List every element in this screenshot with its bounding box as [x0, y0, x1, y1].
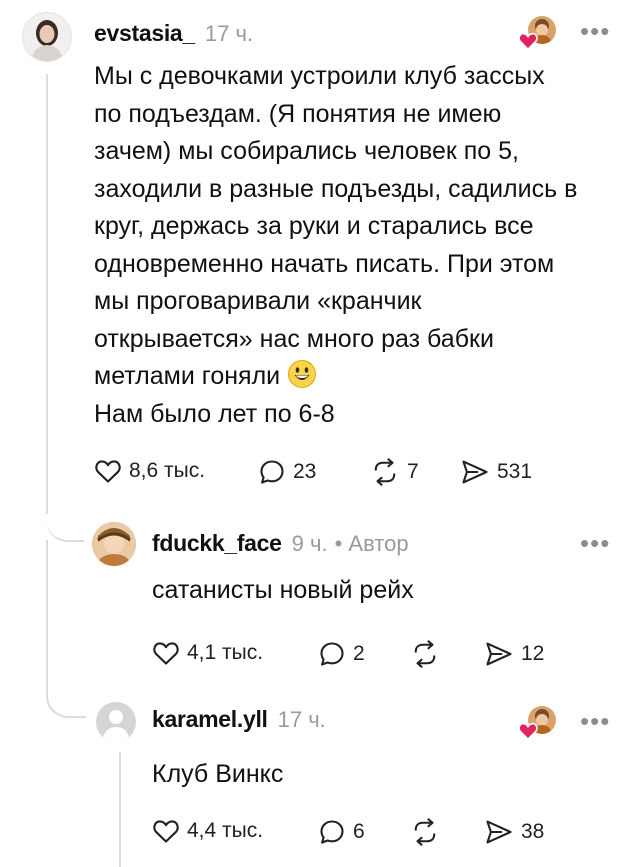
reply2-repost-button[interactable]: [410, 818, 447, 846]
reply1-like-button[interactable]: 4,1 тыс.: [152, 640, 263, 666]
post-line-text: метлами гоняли: [94, 362, 281, 390]
comment-bubble-icon: [260, 460, 284, 484]
reply1-header: fduckk_face 9 ч. • Автор: [152, 530, 409, 557]
post-repost-count: 7: [407, 460, 419, 483]
post-line: зачем) мы собирались человек по 5,: [94, 137, 519, 165]
reply1-time: 9 ч.: [291, 531, 328, 556]
reply2-header: karamel.yll 17 ч.: [152, 706, 326, 733]
liked-by-author-badge: [518, 16, 558, 52]
reply2-time: 17 ч.: [277, 707, 326, 732]
repost-icon: [414, 818, 436, 846]
reply2-body: Клуб Винкс: [152, 760, 284, 788]
post-time: 17 ч.: [204, 21, 254, 46]
post-line: мы проговаривали «кранчик: [94, 287, 422, 315]
post-share-count: 531: [497, 460, 533, 483]
heart-filled-icon: [518, 722, 538, 740]
reply1-username[interactable]: fduckk_face: [152, 530, 282, 557]
avatar-karamel-yll[interactable]: [96, 702, 136, 742]
post-username[interactable]: evstasia_: [94, 20, 195, 47]
post-repost-button[interactable]: 7: [370, 458, 419, 486]
post-line: заходили в разные подъезды, садились в: [94, 174, 578, 203]
grinning-face-emoji: [288, 360, 317, 388]
post-like-button[interactable]: 8,6 тыс.: [94, 458, 205, 484]
reply2-like-button[interactable]: 4,4 тыс.: [152, 818, 263, 844]
post-body: Мы с девочками устроили клуб зассых по п…: [94, 58, 614, 433]
reply1-comment-button[interactable]: 2: [318, 640, 365, 668]
post-line: метлами гоняли: [94, 358, 614, 396]
default-avatar-icon: [102, 710, 130, 742]
thread-line-main: [46, 74, 48, 514]
reply1-like-count: 4,1 тыс.: [187, 641, 264, 664]
reply2-comment-count: 6: [353, 820, 365, 843]
reply1-repost-button[interactable]: [410, 640, 447, 668]
post-comment-count: 23: [293, 460, 317, 483]
thread-line-reply2: [119, 752, 121, 867]
repost-icon: [374, 458, 396, 486]
reply1-more-button[interactable]: •••: [580, 530, 610, 556]
reply1-share-count: 12: [521, 642, 545, 665]
reply1-author-tag: • Автор: [334, 531, 409, 556]
post-share-button[interactable]: 531: [460, 458, 532, 486]
post-line: Нам было лет по 6-8: [94, 399, 335, 428]
post-line: Мы с девочками устроили клуб зассых: [94, 62, 545, 90]
comment-bubble-icon: [320, 642, 344, 666]
heart-icon: [153, 820, 179, 843]
reply2-share-count: 38: [521, 820, 545, 843]
thread-connector-reply1: [46, 500, 84, 542]
post-line: круг, держась за руки и старались все: [94, 212, 534, 240]
reply1-share-button[interactable]: 12: [484, 640, 544, 668]
post-more-button[interactable]: •••: [580, 18, 610, 44]
reply2-like-count: 4,4 тыс.: [187, 819, 264, 842]
reply2-share-button[interactable]: 38: [484, 818, 544, 846]
post-line: по подъездам. (Я понятия не имею: [94, 99, 502, 128]
post-like-count: 8,6 тыс.: [129, 459, 206, 482]
heart-icon: [153, 642, 179, 665]
thread-line-lower: [46, 540, 48, 690]
reply2-more-button[interactable]: •••: [580, 708, 610, 734]
reply1-comment-count: 2: [353, 642, 365, 665]
comment-bubble-icon: [320, 820, 344, 844]
post-header: evstasia_ 17 ч.: [94, 20, 253, 47]
send-icon: [486, 642, 512, 666]
reply1-body: сатанисты новый рейх: [152, 576, 414, 604]
avatar-fduckk-face[interactable]: [92, 522, 136, 566]
heart-icon: [95, 460, 121, 483]
send-icon: [486, 820, 512, 844]
reply2-comment-button[interactable]: 6: [318, 818, 365, 846]
send-icon: [462, 460, 488, 484]
heart-filled-icon: [518, 32, 538, 50]
repost-icon: [414, 640, 436, 668]
post-line: одновременно начать писать. При этом: [94, 249, 555, 278]
post-comment-button[interactable]: 23: [258, 458, 316, 486]
liked-by-author-badge: [518, 706, 558, 742]
post-line: открывается» нас много раз бабки: [94, 324, 494, 353]
user-avatar-icon: [31, 20, 63, 61]
reply2-username[interactable]: karamel.yll: [152, 706, 268, 733]
thread-connector-reply2: [46, 684, 86, 718]
avatar-evstasia[interactable]: [22, 12, 72, 62]
user-avatar-icon: [92, 522, 136, 566]
